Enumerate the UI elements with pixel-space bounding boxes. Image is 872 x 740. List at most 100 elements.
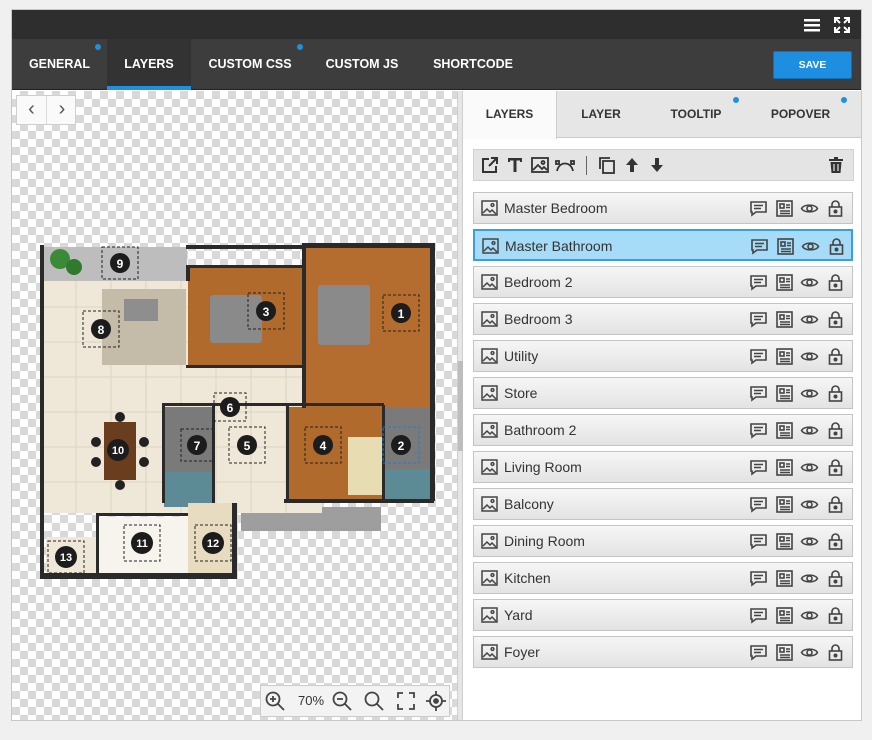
subtab-popover[interactable]: POPOVER (747, 91, 854, 138)
tab-general[interactable]: GENERAL (12, 39, 107, 90)
trash-icon[interactable] (826, 155, 846, 175)
subtab-tooltip[interactable]: TOOLTIP (645, 91, 747, 138)
lock-icon[interactable] (826, 273, 845, 292)
visibility-icon[interactable] (800, 643, 819, 662)
tab-custom-css[interactable]: CUSTOM CSS (191, 39, 309, 90)
locate-icon[interactable] (425, 690, 447, 712)
add-curve-icon[interactable] (555, 155, 575, 175)
visibility-icon[interactable] (800, 606, 819, 625)
layer-name: Master Bathroom (505, 238, 613, 254)
layer-row[interactable]: Dining Room (473, 525, 853, 557)
tooltip-icon[interactable] (749, 347, 768, 366)
lock-icon[interactable] (826, 643, 845, 662)
copy-icon[interactable] (597, 155, 617, 175)
lock-icon[interactable] (826, 310, 845, 329)
popover-icon[interactable] (775, 606, 794, 625)
popover-icon[interactable] (775, 384, 794, 403)
layer-image-icon (481, 570, 498, 586)
map-canvas[interactable]: ‹ › 1 2 3 4 5 6 7 8 9 10 11 12 13 70% (12, 91, 457, 720)
popover-icon[interactable] (775, 347, 794, 366)
tooltip-icon[interactable] (749, 495, 768, 514)
lock-icon[interactable] (826, 421, 845, 440)
next-arrow-icon[interactable]: › (47, 96, 77, 124)
save-button[interactable]: SAVE (773, 51, 852, 79)
subtab-layer[interactable]: LAYER (557, 91, 645, 138)
lock-icon[interactable] (826, 532, 845, 551)
layer-row[interactable]: Kitchen (473, 562, 853, 594)
visibility-icon[interactable] (800, 458, 819, 477)
zoom-out-icon[interactable] (331, 690, 353, 712)
layer-row[interactable]: Yard (473, 599, 853, 631)
floor-label-2: 2 (398, 439, 405, 453)
layer-row[interactable]: Bedroom 2 (473, 266, 853, 298)
lock-icon[interactable] (826, 384, 845, 403)
lock-icon[interactable] (826, 606, 845, 625)
tooltip-icon[interactable] (749, 421, 768, 440)
tooltip-icon[interactable] (749, 458, 768, 477)
lock-icon[interactable] (826, 569, 845, 588)
layer-image-icon (481, 607, 498, 623)
tooltip-icon[interactable] (749, 199, 768, 218)
visibility-icon[interactable] (800, 310, 819, 329)
layer-row[interactable]: Balcony (473, 488, 853, 520)
add-image-icon[interactable] (530, 155, 550, 175)
visibility-icon[interactable] (800, 421, 819, 440)
tab-layers[interactable]: LAYERS (107, 39, 191, 90)
popover-icon[interactable] (775, 310, 794, 329)
add-link-icon[interactable] (480, 155, 500, 175)
popover-icon[interactable] (775, 458, 794, 477)
visibility-icon[interactable] (800, 569, 819, 588)
popover-icon[interactable] (775, 569, 794, 588)
popover-icon[interactable] (775, 199, 794, 218)
visibility-icon[interactable] (800, 347, 819, 366)
visibility-icon[interactable] (801, 237, 820, 256)
visibility-icon[interactable] (800, 495, 819, 514)
popover-icon[interactable] (775, 273, 794, 292)
lock-icon[interactable] (826, 458, 845, 477)
fit-screen-icon[interactable] (395, 690, 417, 712)
visibility-icon[interactable] (800, 199, 819, 218)
subtab-layers[interactable]: LAYERS (463, 91, 557, 139)
tooltip-icon[interactable] (750, 237, 769, 256)
layer-row[interactable]: Living Room (473, 451, 853, 483)
tooltip-icon[interactable] (749, 273, 768, 292)
popover-icon[interactable] (775, 421, 794, 440)
lock-icon[interactable] (826, 495, 845, 514)
visibility-icon[interactable] (800, 273, 819, 292)
popover-icon[interactable] (775, 532, 794, 551)
tooltip-icon[interactable] (749, 606, 768, 625)
popover-icon[interactable] (775, 495, 794, 514)
tooltip-icon[interactable] (749, 643, 768, 662)
layer-row[interactable]: Bedroom 3 (473, 303, 853, 335)
tooltip-icon[interactable] (749, 569, 768, 588)
tooltip-icon[interactable] (749, 532, 768, 551)
add-text-icon[interactable] (505, 155, 525, 175)
layer-image-icon (481, 200, 498, 216)
prev-arrow-icon[interactable]: ‹ (17, 96, 47, 124)
tab-shortcode[interactable]: SHORTCODE (415, 39, 531, 90)
tooltip-icon[interactable] (749, 310, 768, 329)
lock-icon[interactable] (827, 237, 846, 256)
tooltip-icon[interactable] (749, 384, 768, 403)
search-icon[interactable] (363, 690, 385, 712)
layer-name: Master Bedroom (504, 200, 608, 216)
move-up-icon[interactable] (622, 155, 642, 175)
visibility-icon[interactable] (800, 532, 819, 551)
layer-row[interactable]: Bathroom 2 (473, 414, 853, 446)
menu-icon[interactable] (802, 15, 822, 35)
layer-row[interactable]: Master Bathroom (473, 229, 853, 261)
visibility-icon[interactable] (800, 384, 819, 403)
move-down-icon[interactable] (647, 155, 667, 175)
popover-icon[interactable] (775, 643, 794, 662)
layer-row[interactable]: Master Bedroom (473, 192, 853, 224)
layer-row[interactable]: Utility (473, 340, 853, 372)
layer-row[interactable]: Store (473, 377, 853, 409)
fullscreen-icon[interactable] (832, 15, 852, 35)
zoom-level: 70% (297, 693, 325, 708)
zoom-in-icon[interactable] (264, 690, 286, 712)
lock-icon[interactable] (826, 199, 845, 218)
popover-icon[interactable] (776, 237, 795, 256)
lock-icon[interactable] (826, 347, 845, 366)
layer-row[interactable]: Foyer (473, 636, 853, 668)
tab-custom-js[interactable]: CUSTOM JS (309, 39, 415, 90)
